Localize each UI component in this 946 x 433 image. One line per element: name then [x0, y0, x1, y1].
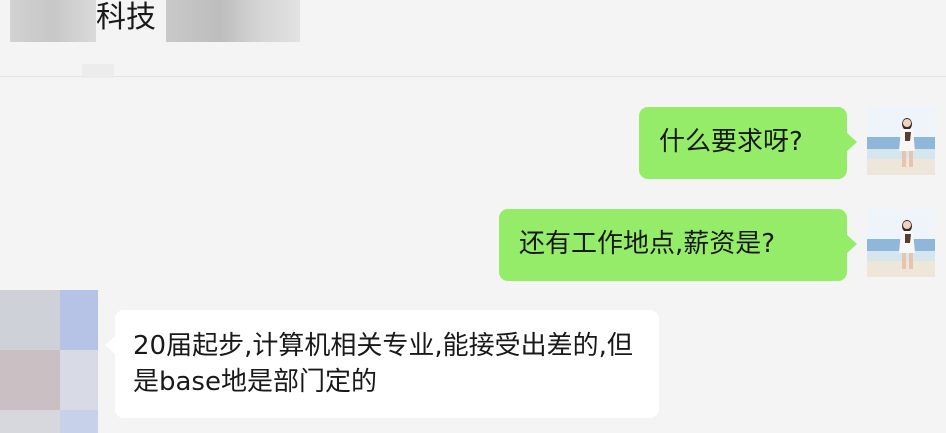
avatar-pixel — [0, 350, 60, 410]
message-bubble-outgoing[interactable]: 什么要求呀? — [639, 107, 857, 179]
avatar-pixel — [0, 410, 60, 433]
chat-title[interactable]: 科技 — [96, 0, 156, 42]
pixelated-avatar-icon — [0, 290, 60, 350]
my-avatar[interactable] — [867, 209, 935, 277]
chat-header: 科技 — [0, 0, 946, 78]
redacted-block — [82, 64, 114, 78]
message-bubble-incoming[interactable]: 20届起步,计算机相关专业,能接受出差的,但是base地是部门定的 — [105, 310, 659, 418]
message-text: 20届起步,计算机相关专业,能接受出差的,但是base地是部门定的 — [133, 331, 633, 397]
redacted-title-block — [10, 0, 96, 42]
redacted-title-block — [166, 0, 300, 42]
message-text: 什么要求呀? — [659, 127, 803, 157]
avatar-pixel — [60, 290, 98, 350]
avatar-pixel — [60, 350, 98, 410]
peer-avatar[interactable] — [0, 290, 98, 433]
beach-photo-avatar-icon — [867, 209, 935, 277]
beach-photo-avatar-icon — [867, 107, 935, 175]
message-bubble-outgoing[interactable]: 还有工作地点,薪资是? — [499, 209, 857, 281]
avatar-pixel — [60, 410, 98, 433]
my-avatar[interactable] — [867, 107, 935, 175]
message-text: 还有工作地点,薪资是? — [519, 229, 776, 259]
